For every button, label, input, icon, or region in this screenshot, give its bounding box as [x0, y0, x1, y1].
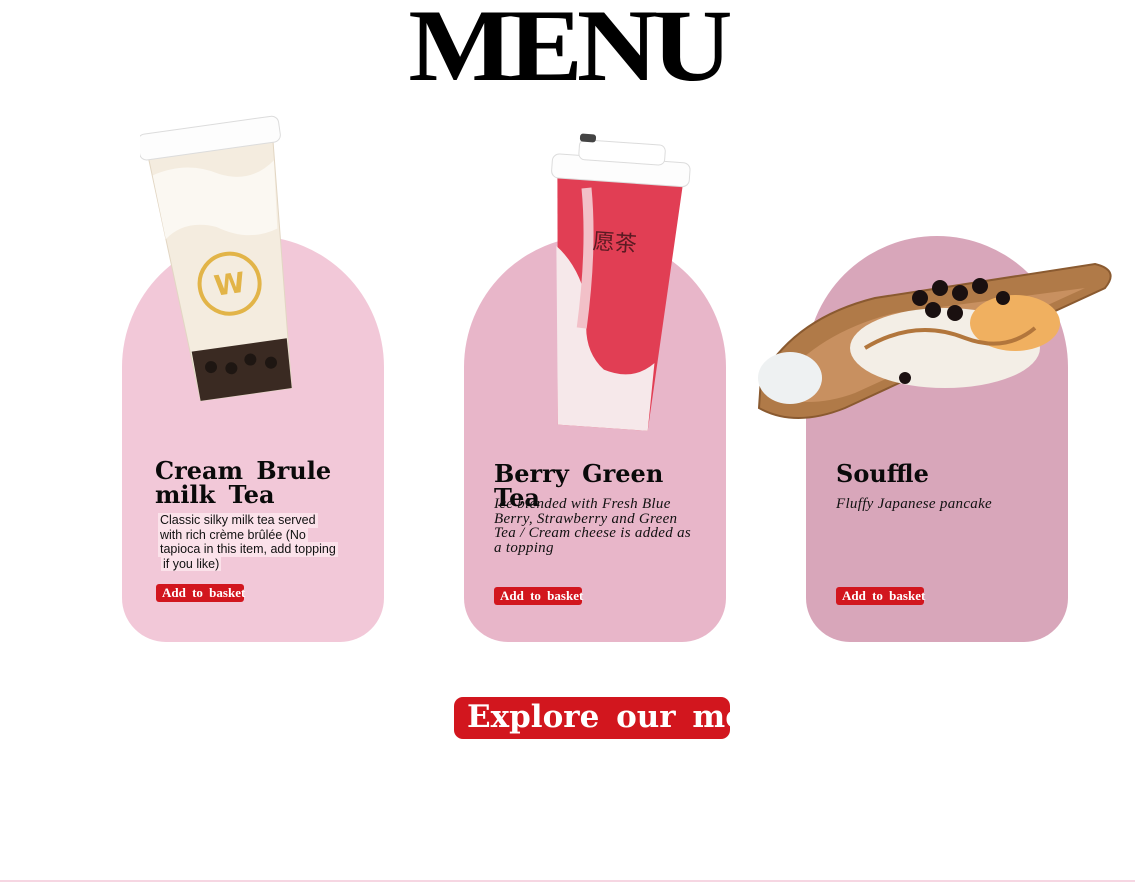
explore-menu-button[interactable]: Explore our menu: [454, 697, 730, 739]
description-line: tapioca in this item, add topping: [158, 542, 338, 557]
item-description: Classic silky milk tea served with rich …: [158, 513, 358, 571]
item-title: Cream Brule milk Tea: [155, 456, 332, 509]
description-line: with rich crème brûlée (No: [158, 527, 308, 542]
souffle-pancake-image: [757, 262, 1112, 419]
item-description: Fluffy Japanese pancake: [836, 496, 993, 512]
cream-brule-milk-tea-image: W: [140, 115, 293, 402]
add-to-basket-button[interactable]: Add to basket: [494, 587, 583, 605]
description-line: if you like): [161, 556, 222, 571]
item-description: Ice blended with Fresh Blue Berry, Straw…: [494, 496, 692, 556]
add-to-basket-button[interactable]: Add to basket: [836, 587, 925, 605]
description-line: Classic silky milk tea served: [158, 513, 318, 528]
svg-text:W: W: [212, 266, 247, 303]
berry-green-tea-image: 愿茶: [551, 133, 691, 431]
cup-logo-text: 愿茶: [592, 230, 638, 258]
add-to-basket-button[interactable]: Add to basket: [156, 584, 245, 602]
item-title: Souffle: [836, 459, 929, 488]
page-title: MENU: [408, 0, 732, 104]
